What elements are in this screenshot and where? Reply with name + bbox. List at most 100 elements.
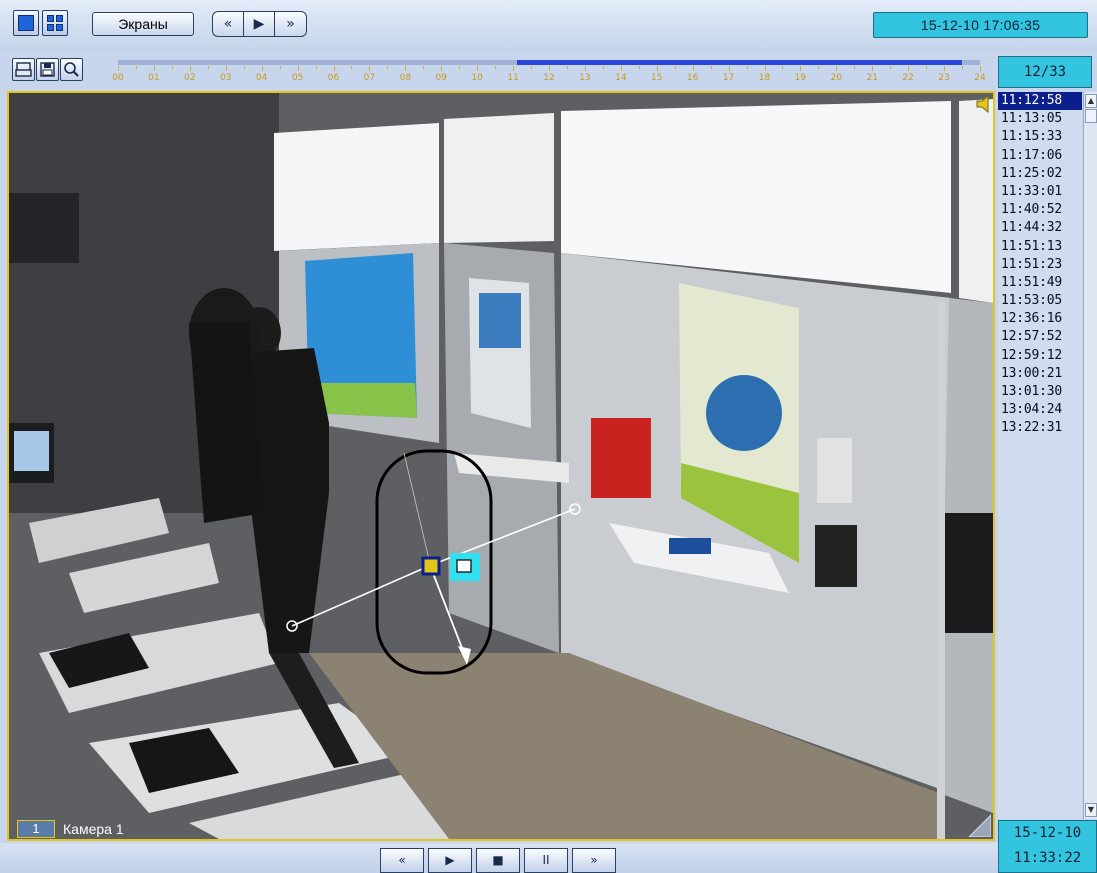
event-list-item[interactable]: 12:59:12 [998,347,1082,365]
event-list-item[interactable]: 11:25:02 [998,165,1082,183]
timeline-tick [315,66,317,69]
timeline-tick [531,66,533,69]
timeline-hour-label: 13 [579,73,591,83]
stop-button[interactable]: ■ [476,848,520,873]
step-back-button[interactable]: « [380,848,424,873]
zoom-icon[interactable] [60,58,83,81]
timeline-tick [620,66,622,71]
timeline-tick [584,66,586,71]
timeline-hour-label: 04 [255,73,268,83]
timeline-tick [243,66,245,69]
timeline-hour-label: 09 [435,73,447,83]
timeline-hour-label: 19 [794,73,807,83]
timeline-hour-label: 10 [471,73,483,83]
timeline-tick [818,66,820,69]
play-forward-button[interactable]: ▶ [428,848,472,873]
frame-datetime: 15-12-10 11:33:22 [998,820,1097,873]
timeline-hour-label: 24 [974,73,986,83]
timeline-tick [728,66,730,71]
timeline-tick [297,66,299,71]
single-view-button[interactable] [13,10,39,36]
event-list-item[interactable]: 11:51:13 [998,238,1082,256]
timeline-hour-label: 20 [830,73,843,83]
timeline-tick [189,66,191,71]
scroll-down-icon[interactable]: ▼ [1085,803,1097,817]
print-icon[interactable] [12,58,35,81]
timeline-hour-label: 11 [507,73,519,83]
timeline-tick [602,66,604,69]
event-list-item[interactable]: 13:04:24 [998,401,1082,419]
timeline-hour-label: 00 [112,73,124,83]
event-list-scrollbar[interactable]: ▲ ▼ [1083,92,1097,819]
scroll-thumb[interactable] [1085,109,1097,123]
camera-number: 1 [17,820,55,838]
scroll-up-icon[interactable]: ▲ [1085,94,1097,108]
timeline-tick [171,66,173,69]
timeline-tick [477,66,479,71]
event-list-item[interactable]: 11:40:52 [998,201,1082,219]
timeline-tick [980,66,981,71]
timeline-track[interactable] [118,60,980,65]
timeline-hour-label: 21 [866,73,878,83]
timeline-hour-label: 03 [220,73,232,83]
timeline-tick [459,66,461,69]
timeline-tick [261,66,263,71]
event-list-item[interactable]: 11:17:06 [998,147,1082,165]
timeline-hour-label: 02 [184,73,196,83]
timeline-tick [405,66,407,71]
timeline-tick [495,66,497,69]
timeline-tick [962,66,964,69]
timeline-hour-label: 14 [615,73,627,83]
timeline-tick [423,66,425,69]
timeline-tick [710,66,712,69]
event-list-item[interactable]: 11:13:05 [998,110,1082,128]
timeline-tick [638,66,640,69]
timeline-tick [656,66,658,71]
frame-date: 15-12-10 [1013,825,1082,841]
timeline-hour-labels: 00 01 02 03 04 05 06 07 08 09 10 11 12 13 14 15 16 17 18 19… [112,73,985,85]
timeline-hour-label: 06 [327,73,340,83]
event-list-item[interactable]: 11:53:05 [998,292,1082,310]
frame-navigation: « ▶ » [212,11,307,37]
event-list-item[interactable]: 13:00:21 [998,365,1082,383]
multi-view-button[interactable] [42,10,68,36]
timeline-tick [872,66,874,71]
step-forward-button[interactable]: » [572,848,616,873]
timeline-tick [135,66,137,69]
camera-name: Камера 1 [63,821,124,837]
event-list-item[interactable]: 11:44:32 [998,219,1082,237]
timeline-scale[interactable]: 00 01 02 03 04 05 06 07 08 09 10 11 12 13 14 15 16 17 18 19… [112,56,986,90]
timeline-tick [351,66,353,69]
event-list-item[interactable]: 13:22:31 [998,419,1082,437]
event-list-item[interactable]: 11:12:58 [998,92,1082,111]
timeline-tick [279,66,281,69]
timeline-tick [513,66,515,71]
event-list-item[interactable]: 13:01:30 [998,383,1082,401]
play-button[interactable]: ▶ [244,12,275,36]
current-datetime: 15-12-10 17:06:35 [873,12,1088,38]
timeline-hour-label: 05 [291,73,304,83]
event-time-list[interactable]: 11:12:58 11:13:05 11:15:33 11:17:06 11:25:02… [998,92,1082,819]
camera-video-viewport[interactable]: 1 Камера 1 [7,91,995,841]
event-list-item[interactable]: 11:51:49 [998,274,1082,292]
timeline-tick [926,66,928,69]
timeline-tick [225,66,227,71]
grid-view-icon [47,15,63,31]
camera-frame-image [9,93,993,839]
event-list-item[interactable]: 11:51:23 [998,256,1082,274]
playback-controls: « ▶ ■ II » [380,848,616,873]
pause-button[interactable]: II [524,848,568,873]
timeline-hour-label: 12 [543,73,555,83]
event-list-item[interactable]: 11:33:01 [998,183,1082,201]
resize-grip-icon[interactable] [965,811,991,837]
save-icon[interactable] [36,58,59,81]
timeline-hour-label: 01 [148,73,160,83]
forward-button[interactable]: » [275,12,306,36]
frame-time: 11:33:22 [1013,850,1082,866]
timeline-tick [549,66,550,71]
event-list-item[interactable]: 12:57:52 [998,328,1082,346]
screens-button[interactable]: Экраны [92,12,194,36]
event-list-item[interactable]: 11:15:33 [998,128,1082,146]
event-list-item[interactable]: 12:36:16 [998,310,1082,328]
rewind-button[interactable]: « [213,12,244,36]
